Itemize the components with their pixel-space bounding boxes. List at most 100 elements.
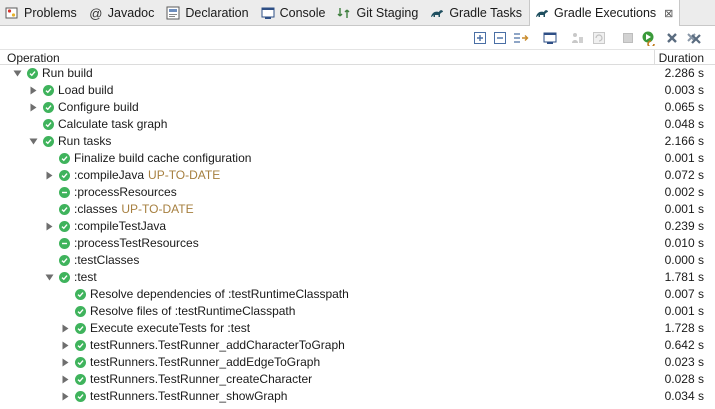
operation-label: Finalize build cache configuration — [74, 150, 251, 167]
collapse-all-icon[interactable] — [492, 30, 508, 46]
tree-row[interactable]: testRunners.TestRunner_addEdgeToGraph 0.0… — [0, 354, 715, 371]
operation-label: testRunners.TestRunner_createCharacter — [90, 371, 312, 388]
duration-value: 0.048 s — [664, 117, 704, 131]
duration-value: 0.001 s — [664, 304, 704, 318]
duration-value: 0.642 s — [664, 338, 704, 352]
tab-problems[interactable]: Problems — [0, 0, 84, 26]
duration-value: 0.072 s — [664, 168, 704, 182]
tab-gradle-executions[interactable]: Gradle Executions ⊠ — [529, 0, 681, 26]
operation-name: Run tasks — [58, 134, 112, 148]
gradle-icon — [535, 6, 549, 20]
tree-row[interactable]: :compileJava UP-TO-DATE 0.072 s — [0, 167, 715, 184]
tree-row[interactable]: Resolve files of :testRuntimeClasspath 0.… — [0, 303, 715, 320]
tree-row[interactable]: testRunners.TestRunner_createCharacter 0.… — [0, 371, 715, 388]
duration-value: 0.001 s — [664, 202, 704, 216]
tab-javadoc[interactable]: @ Javadoc — [84, 0, 162, 26]
cancel-icon[interactable] — [569, 30, 585, 46]
tree-row[interactable]: Run tasks 2.166 s — [0, 133, 715, 150]
success-check-icon — [43, 119, 54, 130]
expanded-arrow-icon[interactable] — [44, 269, 54, 286]
collapsed-arrow-icon[interactable] — [60, 337, 70, 354]
operation-name: testRunners.TestRunner_createCharacter — [90, 372, 313, 386]
operation-label: :testClasses — [74, 252, 139, 269]
column-divider[interactable] — [654, 50, 655, 65]
tree-row[interactable]: :processTestResources 0.010 s — [0, 235, 715, 252]
tree-row[interactable]: :test 1.781 s — [0, 269, 715, 286]
tree-row[interactable]: Execute executeTests for :test 1.728 s — [0, 320, 715, 337]
tree-row[interactable]: Resolve dependencies of :testRuntimeClas… — [0, 286, 715, 303]
success-check-icon — [75, 357, 86, 368]
tab-label: Problems — [24, 6, 77, 20]
operation-label: :test — [74, 269, 97, 286]
rerun-icon[interactable] — [641, 30, 657, 46]
tree-row[interactable]: Load build 0.003 s — [0, 82, 715, 99]
view-toolbar — [0, 27, 715, 49]
view-tab-bar: Problems @ Javadoc Declaration Console G… — [0, 0, 715, 26]
tab-gradle-tasks[interactable]: Gradle Tasks — [425, 0, 529, 26]
collapsed-arrow-icon[interactable] — [44, 218, 54, 235]
tree-row[interactable]: :classes UP-TO-DATE 0.001 s — [0, 201, 715, 218]
operation-label: Configure build — [58, 99, 139, 116]
operation-label: :classes UP-TO-DATE — [74, 201, 194, 218]
tab-git-staging[interactable]: Git Staging — [332, 0, 425, 26]
duration-value: 0.010 s — [664, 236, 704, 250]
success-check-icon — [59, 204, 70, 215]
collapsed-arrow-icon[interactable] — [60, 320, 70, 337]
tab-label: Console — [279, 6, 326, 20]
operation-label: testRunners.TestRunner_addEdgeToGraph — [90, 354, 320, 371]
tree-row[interactable]: testRunners.TestRunner_showGraph 0.034 s — [0, 388, 715, 405]
operation-label: Run tasks — [58, 133, 111, 150]
operation-name: :processTestResources — [74, 236, 199, 250]
show-console-icon[interactable] — [542, 30, 558, 46]
tree-row[interactable]: :testClasses 0.000 s — [0, 252, 715, 269]
link-with-selection-icon[interactable] — [513, 30, 529, 46]
success-check-icon — [75, 306, 86, 317]
expanded-arrow-icon[interactable] — [12, 65, 22, 82]
tree-row[interactable]: :compileTestJava 0.239 s — [0, 218, 715, 235]
tab-declaration[interactable]: Declaration — [161, 0, 255, 26]
tree-row[interactable]: Configure build 0.065 s — [0, 99, 715, 116]
success-check-icon — [27, 68, 38, 79]
duration-column-header[interactable]: Duration — [659, 51, 704, 65]
expanded-arrow-icon[interactable] — [28, 133, 38, 150]
stop-icon[interactable] — [620, 30, 636, 46]
operation-name: testRunners.TestRunner_addEdgeToGraph — [90, 355, 321, 369]
tree-row[interactable]: Run build 2.286 s — [0, 65, 715, 82]
remove-icon[interactable] — [664, 30, 680, 46]
tab-console[interactable]: Console — [256, 0, 333, 26]
operation-label: Calculate task graph — [58, 116, 167, 133]
duration-value: 2.286 s — [664, 66, 704, 80]
operation-column-header[interactable]: Operation — [7, 51, 60, 65]
collapsed-arrow-icon[interactable] — [44, 167, 54, 184]
operation-label: Run build — [42, 65, 93, 82]
collapsed-arrow-icon[interactable] — [60, 388, 70, 405]
console-icon — [261, 6, 275, 20]
success-check-icon — [75, 323, 86, 334]
operation-label: :processTestResources — [74, 235, 199, 252]
tree-row[interactable]: Calculate task graph 0.048 s — [0, 116, 715, 133]
tree-row[interactable]: :processResources 0.002 s — [0, 184, 715, 201]
collapsed-arrow-icon[interactable] — [60, 354, 70, 371]
up-to-date-badge: UP-TO-DATE — [121, 202, 194, 216]
collapsed-arrow-icon[interactable] — [60, 371, 70, 388]
success-check-icon — [75, 289, 86, 300]
rerun-failed-icon[interactable] — [591, 30, 607, 46]
operation-name: :testClasses — [74, 253, 140, 267]
close-icon[interactable]: ⊠ — [664, 7, 673, 20]
tree-row[interactable]: testRunners.TestRunner_addCharacterToGra… — [0, 337, 715, 354]
collapsed-arrow-icon[interactable] — [28, 82, 38, 99]
operation-name: Finalize build cache configuration — [74, 151, 252, 165]
operation-name: testRunners.TestRunner_addCharacterToGra… — [90, 338, 345, 352]
collapsed-arrow-icon[interactable] — [28, 99, 38, 116]
tree-row[interactable]: Finalize build cache configuration 0.001 … — [0, 150, 715, 167]
success-check-icon — [59, 272, 70, 283]
operation-name: Calculate task graph — [58, 117, 168, 131]
operation-name: Resolve dependencies of :testRuntimeClas… — [90, 287, 349, 301]
success-check-icon — [59, 221, 70, 232]
expand-all-icon[interactable] — [472, 30, 488, 46]
duration-value: 0.002 s — [664, 185, 704, 199]
remove-all-icon[interactable] — [686, 30, 702, 46]
javadoc-icon: @ — [89, 5, 103, 21]
success-check-icon — [43, 102, 54, 113]
operation-label: Execute executeTests for :test — [90, 320, 250, 337]
